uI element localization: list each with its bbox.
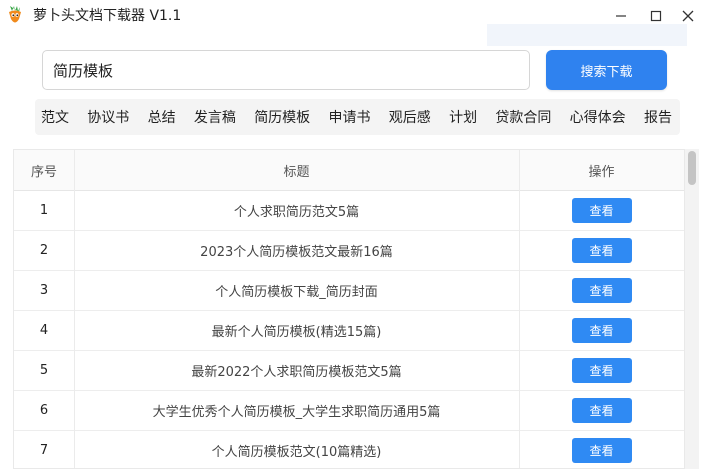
table-row: 3 个人简历模板下载_简历封面 查看 bbox=[14, 270, 684, 311]
row-index: 4 bbox=[39, 322, 49, 338]
header-index: 序号 bbox=[30, 164, 57, 180]
category-item[interactable]: 简历模板 bbox=[254, 107, 310, 127]
row-title: 最新个人简历模板(精选15篇) bbox=[211, 324, 382, 340]
view-button[interactable]: 查看 bbox=[571, 197, 632, 223]
category-item[interactable]: 申请书 bbox=[328, 107, 370, 127]
row-title: 2023个人简历模板范文最新16篇 bbox=[200, 244, 393, 260]
search-input[interactable] bbox=[42, 50, 530, 90]
row-action-cell: 查看 bbox=[519, 310, 684, 350]
close-icon bbox=[682, 7, 694, 26]
category-item[interactable]: 心得体会 bbox=[570, 107, 626, 127]
category-bar: 范文 协议书 总结 发言稿 简历模板 申请书 观后感 计划 贷款合同 心得体会 … bbox=[35, 99, 680, 135]
view-button[interactable]: 查看 bbox=[571, 317, 632, 343]
row-title: 个人求职简历范文5篇 bbox=[233, 204, 360, 220]
row-index: 6 bbox=[39, 402, 49, 418]
row-action-cell: 查看 bbox=[519, 230, 684, 270]
row-index: 1 bbox=[39, 202, 49, 218]
row-title: 最新2022个人求职简历模板范文5篇 bbox=[191, 364, 402, 380]
row-action-cell: 查看 bbox=[519, 190, 684, 230]
results-table: 序号 标题 操作 1 个人求职简历范文5篇 查看 2 2023个人简历模板范文最… bbox=[13, 149, 685, 469]
table-row: 1 个人求职简历范文5篇 查看 bbox=[14, 190, 684, 231]
category-item[interactable]: 报告 bbox=[644, 107, 672, 127]
category-item[interactable]: 总结 bbox=[148, 107, 176, 127]
header-background-strip bbox=[487, 24, 687, 46]
app-title: 萝卜头文档下载器 V1.1 bbox=[33, 8, 182, 24]
row-action-cell: 查看 bbox=[519, 430, 684, 468]
row-title: 个人简历模板下载_简历封面 bbox=[215, 284, 378, 300]
column-divider bbox=[519, 150, 520, 468]
row-action-cell: 查看 bbox=[519, 350, 684, 390]
row-action-cell: 查看 bbox=[519, 270, 684, 310]
category-item[interactable]: 观后感 bbox=[389, 107, 431, 127]
category-item[interactable]: 计划 bbox=[449, 107, 477, 127]
category-item[interactable]: 协议书 bbox=[87, 107, 129, 127]
minimize-icon bbox=[615, 7, 627, 26]
category-item[interactable]: 贷款合同 bbox=[495, 107, 551, 127]
search-download-button[interactable]: 搜索下载 bbox=[546, 50, 667, 90]
row-index: 5 bbox=[39, 362, 49, 378]
header-title: 标题 bbox=[283, 164, 310, 180]
row-title: 大学生优秀个人简历模板_大学生求职简历通用5篇 bbox=[152, 404, 441, 420]
view-button[interactable]: 查看 bbox=[571, 397, 632, 423]
category-item[interactable]: 范文 bbox=[41, 107, 69, 127]
row-title: 个人简历模板范文(10篇精选) bbox=[211, 444, 382, 460]
column-divider bbox=[74, 150, 75, 468]
view-button[interactable]: 查看 bbox=[571, 437, 632, 463]
view-button[interactable]: 查看 bbox=[571, 237, 632, 263]
row-index: 3 bbox=[39, 282, 49, 298]
view-button[interactable]: 查看 bbox=[571, 277, 632, 303]
header-action: 操作 bbox=[588, 164, 615, 180]
table-row: 4 最新个人简历模板(精选15篇) 查看 bbox=[14, 310, 684, 351]
row-action-cell: 查看 bbox=[519, 390, 684, 430]
table-row: 6 大学生优秀个人简历模板_大学生求职简历通用5篇 查看 bbox=[14, 390, 684, 431]
scrollbar-thumb[interactable] bbox=[688, 151, 696, 185]
maximize-icon bbox=[650, 7, 662, 26]
table-header: 序号 标题 操作 bbox=[14, 150, 684, 191]
category-item[interactable]: 发言稿 bbox=[194, 107, 236, 127]
row-index: 7 bbox=[39, 442, 49, 458]
table-row: 2 2023个人简历模板范文最新16篇 查看 bbox=[14, 230, 684, 271]
table-row: 5 最新2022个人求职简历模板范文5篇 查看 bbox=[14, 350, 684, 391]
row-index: 2 bbox=[39, 242, 49, 258]
carrot-logo-icon bbox=[3, 3, 27, 27]
view-button[interactable]: 查看 bbox=[571, 357, 632, 383]
table-row: 7 个人简历模板范文(10篇精选) 查看 bbox=[14, 430, 684, 468]
table-scrollbar[interactable] bbox=[685, 149, 699, 469]
